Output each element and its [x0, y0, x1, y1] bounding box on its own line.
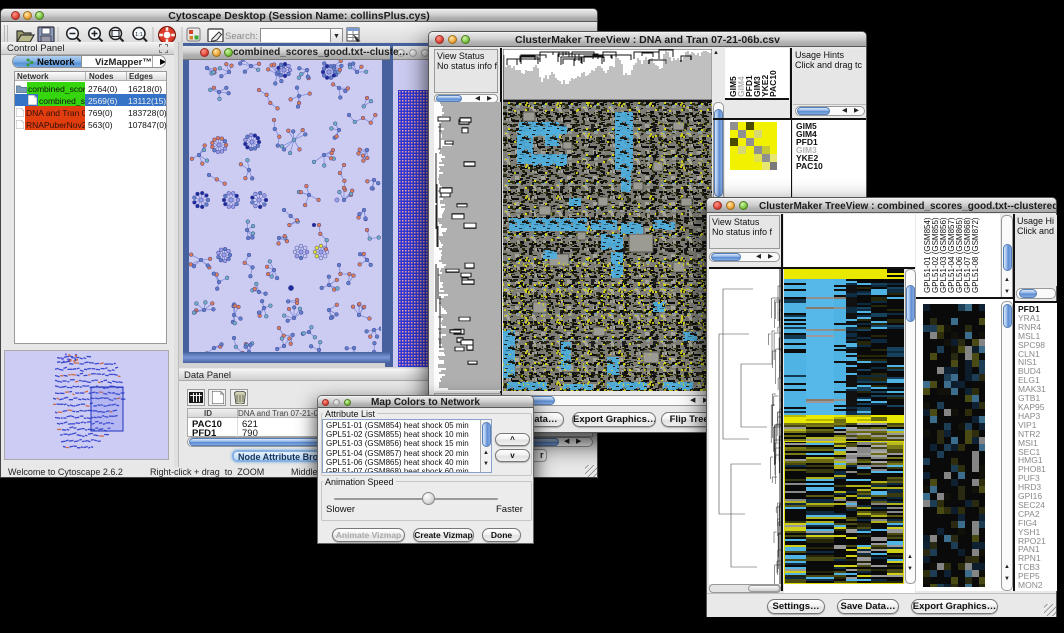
svg-text:1:1: 1:1: [135, 32, 143, 38]
